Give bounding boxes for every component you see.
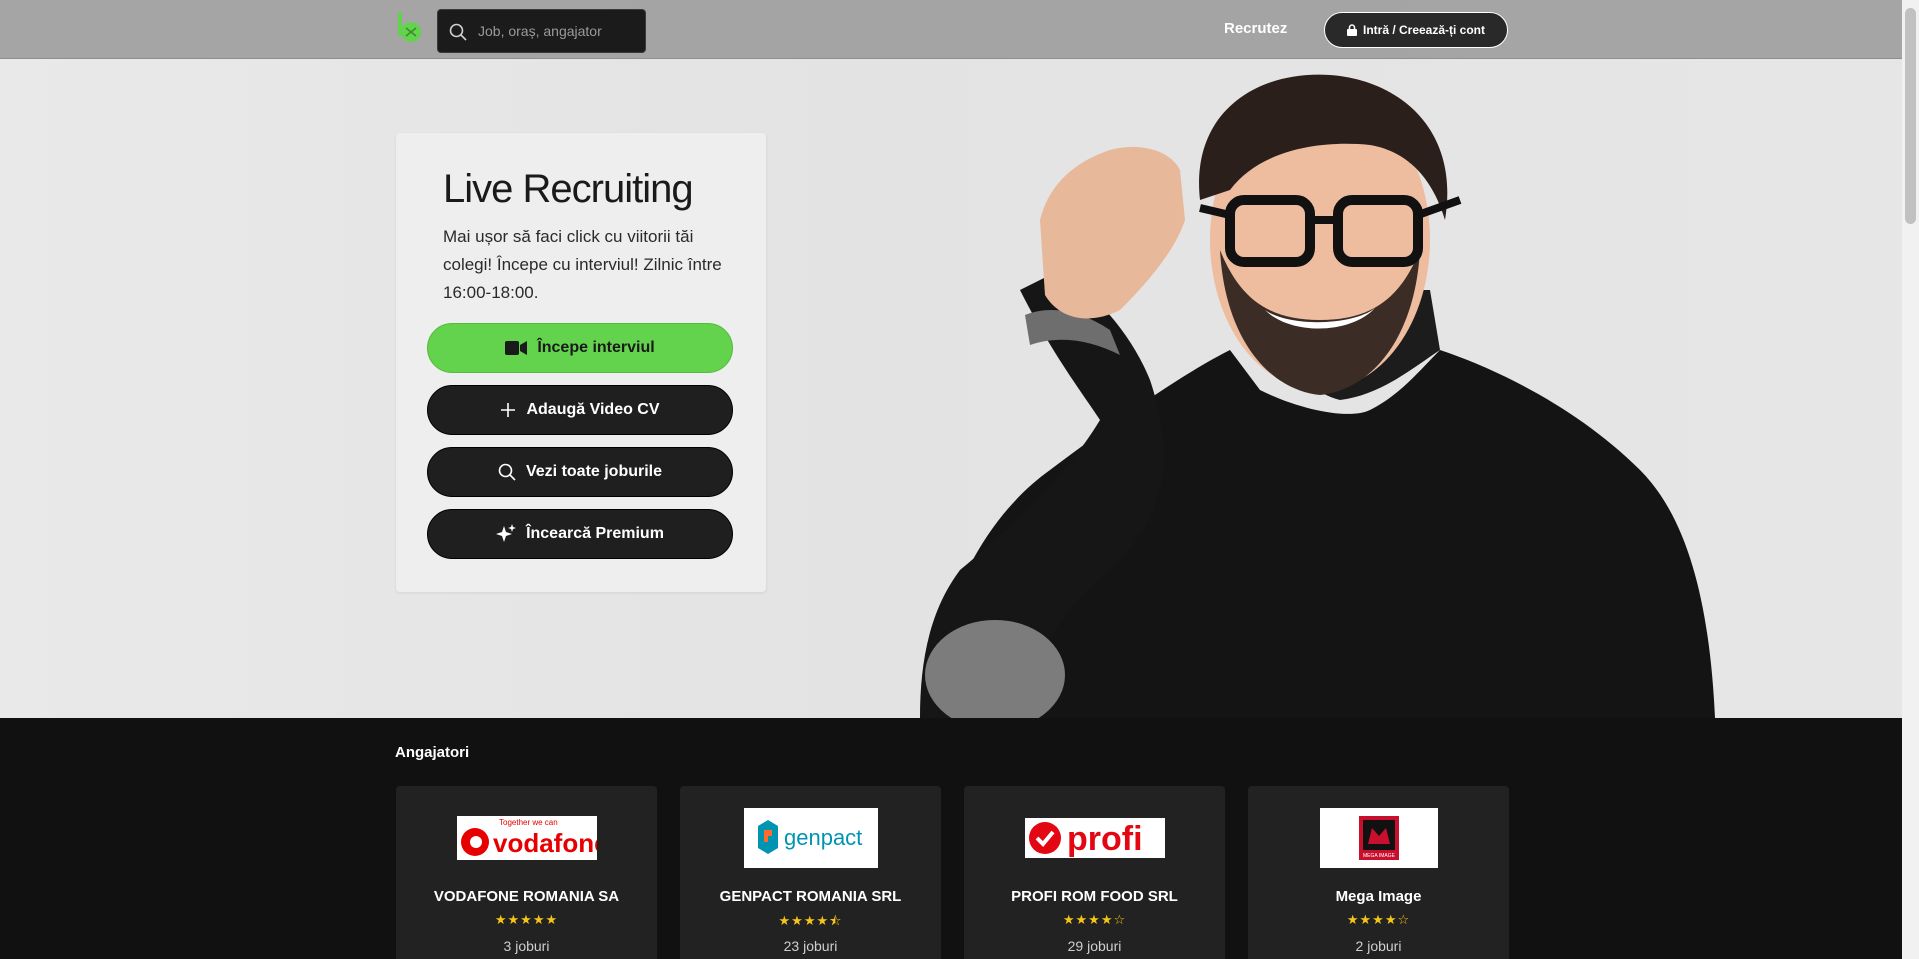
employer-name: Mega Image — [1335, 888, 1422, 905]
plus-icon — [501, 403, 516, 417]
view-all-jobs-button[interactable]: Vezi toate joburile — [427, 447, 733, 497]
add-video-cv-button[interactable]: Adaugă Video CV — [427, 385, 733, 435]
employer-jobs-count: 23 joburi — [783, 938, 838, 954]
employer-name: VODAFONE ROMANIA SA — [433, 888, 620, 905]
search-box[interactable] — [437, 9, 646, 53]
page: Live Recruiting Mai ușor să faci click c… — [0, 0, 1902, 959]
employers-heading: Angajatori — [395, 744, 470, 761]
vodafone-logo: Together we can vodafone — [456, 816, 597, 860]
search-icon — [498, 463, 516, 481]
employer-jobs-count: 3 joburi — [503, 938, 550, 954]
employer-name: GENPACT ROMANIA SRL — [719, 888, 902, 905]
sparkle-icon — [496, 524, 517, 542]
svg-text:profi: profi — [1067, 820, 1143, 858]
login-label: Intră / Creează-ți cont — [1362, 23, 1486, 37]
employer-card-profi[interactable]: profi PROFI ROM FOOD SRL ★★★★☆ 29 joburi — [964, 786, 1225, 959]
try-premium-button[interactable]: Încearcă Premium — [427, 509, 733, 559]
svg-text:Together we can: Together we can — [499, 818, 558, 827]
start-interview-label: Începe interviul — [537, 339, 655, 356]
site-logo-icon[interactable] — [394, 12, 424, 44]
hero-subtitle: Mai ușor să faci click cu viitorii tăi c… — [443, 227, 722, 302]
top-header: Recrutez Intră / Creează-ți cont — [0, 0, 1902, 59]
start-interview-button[interactable]: Începe interviul — [427, 323, 733, 373]
live-recruiting-card: Live Recruiting Mai ușor să faci click c… — [396, 133, 766, 592]
genpact-logo: genpact — [743, 808, 878, 868]
svg-text:vodafone: vodafone — [493, 828, 597, 858]
employer-jobs-count: 29 joburi — [1067, 938, 1122, 954]
employer-card-genpact[interactable]: genpact GENPACT ROMANIA SRL ★★★★⯪ 23 job… — [680, 786, 941, 959]
employer-card-vodafone[interactable]: Together we can vodafone VODAFONE ROMANI… — [396, 786, 657, 959]
login-button[interactable]: Intră / Creează-ți cont — [1324, 12, 1508, 48]
hero-person-image — [920, 74, 1715, 718]
employer-jobs-count: 2 joburi — [1355, 938, 1402, 954]
svg-text:genpact: genpact — [784, 825, 862, 850]
hero-section: Live Recruiting Mai ușor să faci click c… — [0, 0, 1902, 718]
video-camera-icon — [505, 341, 528, 355]
search-icon — [449, 23, 467, 41]
view-all-jobs-label: Vezi toate joburile — [525, 463, 663, 480]
employer-rating-stars: ★★★★☆ — [1346, 912, 1411, 927]
nav-recruit-link[interactable]: Recrutez — [1224, 20, 1287, 37]
employers-section: Angajatori Together we can vodafone VODA… — [0, 718, 1902, 959]
employer-card-mega-image[interactable]: MEGA IMAGE Mega Image ★★★★☆ 2 joburi — [1248, 786, 1509, 959]
search-input[interactable] — [478, 10, 638, 52]
add-video-cv-label: Adaugă Video CV — [526, 401, 660, 418]
employer-name: PROFI ROM FOOD SRL — [1011, 888, 1178, 905]
try-premium-label: Încearcă Premium — [526, 525, 664, 542]
hero-title: Live Recruiting — [443, 167, 694, 211]
employer-rating-stars: ★★★★★ — [494, 912, 559, 927]
employer-rating-stars: ★★★★☆ — [1062, 912, 1127, 927]
mega-image-logo: MEGA IMAGE — [1319, 808, 1438, 868]
svg-text:MEGA IMAGE: MEGA IMAGE — [1363, 853, 1396, 859]
scrollbar-thumb[interactable] — [1905, 8, 1916, 224]
profi-logo: profi — [1024, 818, 1165, 858]
lock-icon — [1346, 24, 1357, 36]
employer-rating-stars: ★★★★⯪ — [778, 913, 843, 928]
page-scrollbar[interactable] — [1902, 0, 1919, 959]
